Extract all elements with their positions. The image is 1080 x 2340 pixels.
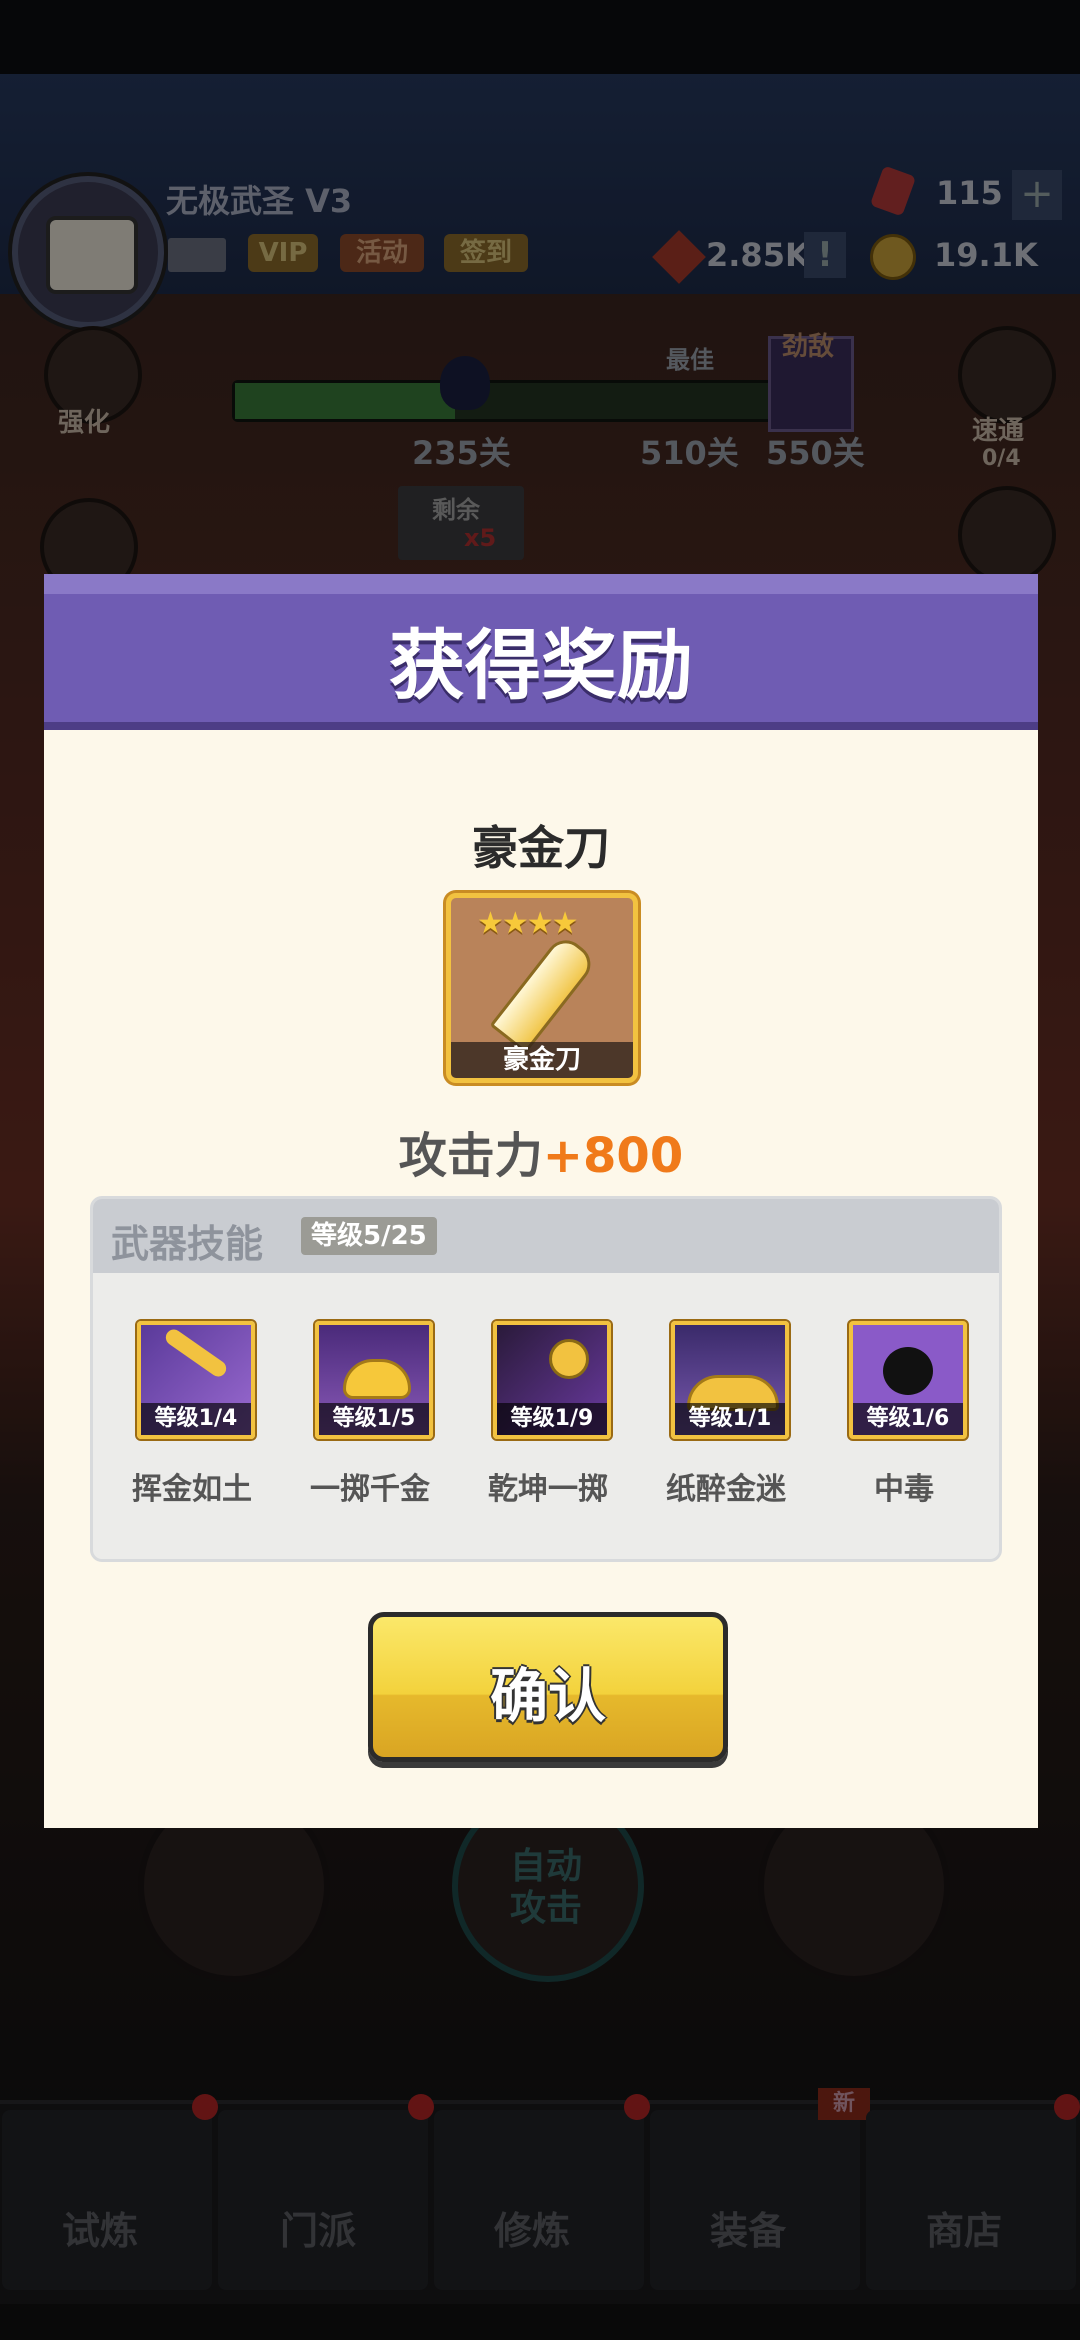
weapon-skills-level: 等级5/25 [301,1217,437,1255]
skill-1[interactable]: 等级1/4 [137,1321,255,1439]
skill-4[interactable]: 等级1/1 [671,1321,789,1439]
weapon-card[interactable]: ★★★★ 豪金刀 [446,893,638,1083]
skill-4-name: 纸醉金迷 [666,1472,786,1507]
skill-2-level: 等级1/5 [319,1403,429,1435]
skill-1-name: 挥金如土 [132,1472,252,1507]
skill-3[interactable]: 等级1/9 [493,1321,611,1439]
weapon-skills-title: 武器技能 [111,1222,264,1266]
attack-value: +800 [542,1128,684,1184]
confirm-label: 确认 [489,1662,606,1730]
item-name: 豪金刀 [472,821,610,875]
skill-2[interactable]: 等级1/5 [315,1321,433,1439]
poison-blob-icon [883,1347,933,1395]
skill-5[interactable]: 等级1/6 [849,1321,967,1439]
gold-ingot-icon [343,1359,411,1399]
skill-5-name: 中毒 [874,1472,934,1507]
confirm-button[interactable]: 确认 [368,1612,728,1762]
coin-toss-icon [549,1339,589,1379]
rarity-stars: ★★★★ [477,906,579,941]
skill-3-name: 乾坤一掷 [488,1472,608,1507]
golden-saber-icon [489,932,599,1054]
attack-stat: 攻击力+800 [44,1116,1038,1186]
skill-5-level: 等级1/6 [853,1403,963,1435]
weapon-skills-panel: 武器技能 等级5/25 等级1/4 挥金如土 等级1/5 一掷千金 等级1/9 … [90,1196,1002,1562]
skill-2-name: 一掷千金 [310,1472,430,1507]
reward-dialog-title: 获得奖励 [389,621,693,710]
weapon-card-label: 豪金刀 [451,1042,633,1078]
golden-sword-icon [162,1326,230,1380]
skill-4-level: 等级1/1 [675,1403,785,1435]
attack-label: 攻击力 [398,1128,543,1184]
skill-3-level: 等级1/9 [497,1403,607,1435]
skill-1-level: 等级1/4 [141,1403,251,1435]
